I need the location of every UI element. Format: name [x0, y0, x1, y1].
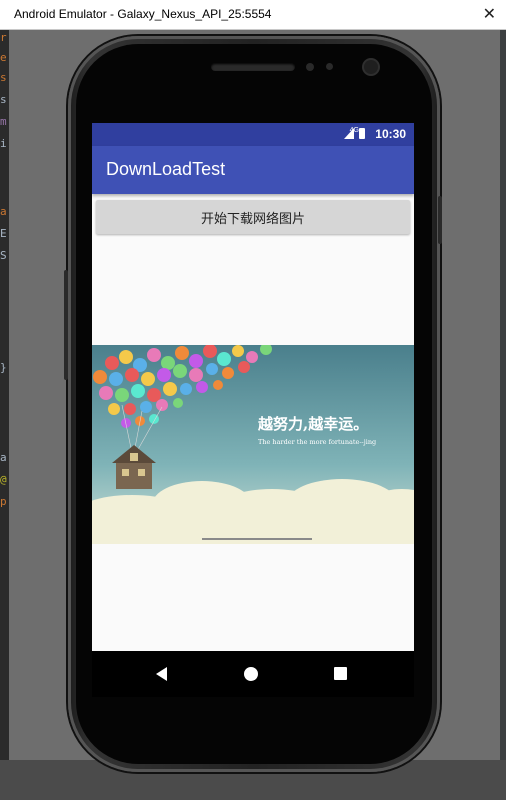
close-icon[interactable]: ✕: [483, 4, 496, 24]
back-icon[interactable]: [156, 667, 167, 681]
download-image-button[interactable]: 开始下载网络图片: [96, 200, 410, 234]
image-headline: 越努力,越幸运。: [257, 415, 368, 433]
recent-apps-icon[interactable]: [334, 667, 347, 680]
app-title: DownLoadTest: [106, 159, 226, 179]
balloon-house-picture: 越努力,越幸运。 The harder the more fortunate--…: [92, 345, 414, 544]
home-icon[interactable]: [244, 667, 258, 681]
ide-glyph: }: [0, 362, 7, 373]
image-footer-credit: [202, 538, 312, 540]
proximity-sensor: [306, 63, 314, 71]
ide-glyph: e: [0, 52, 7, 63]
ide-editor-fragment: r e s s m i a E S } a @ p: [0, 30, 9, 800]
ide-glyph: @: [0, 474, 7, 485]
ide-glyph: i: [0, 138, 7, 149]
battery-icon: [359, 128, 365, 139]
ide-glyph: E: [0, 228, 7, 239]
status-bar: 4G 10:30: [92, 123, 414, 146]
ide-glyph: s: [0, 94, 7, 105]
ide-glyph: S: [0, 250, 7, 261]
ide-glyph: m: [0, 116, 7, 127]
signal-icon: [344, 128, 354, 139]
power-button[interactable]: [438, 196, 442, 244]
navigation-bar: [92, 651, 414, 697]
ide-glyph: a: [0, 452, 7, 463]
volume-button[interactable]: [64, 270, 68, 380]
ide-glyph: s: [0, 72, 7, 83]
image-subline: The harder the more fortunate--jing: [258, 438, 376, 446]
light-sensor: [326, 63, 333, 70]
ide-right-fragment: [500, 30, 506, 800]
ide-glyph: r: [0, 32, 7, 43]
downloaded-image: 越努力,越幸运。 The harder the more fortunate--…: [92, 345, 414, 544]
emulator-title-bar[interactable]: Android Emulator - Galaxy_Nexus_API_25:5…: [0, 0, 506, 30]
device-screen: 4G 10:30 DownLoadTest 开始下载网络图片 越努力,越幸运。 …: [92, 123, 414, 697]
app-bar: DownLoadTest: [92, 146, 414, 194]
front-camera: [364, 60, 378, 74]
emulator-window-title: Android Emulator - Galaxy_Nexus_API_25:5…: [14, 7, 272, 21]
status-time: 10:30: [375, 127, 406, 141]
ide-glyph: p: [0, 496, 7, 507]
ide-glyph: a: [0, 206, 7, 217]
earpiece-speaker: [211, 63, 295, 71]
